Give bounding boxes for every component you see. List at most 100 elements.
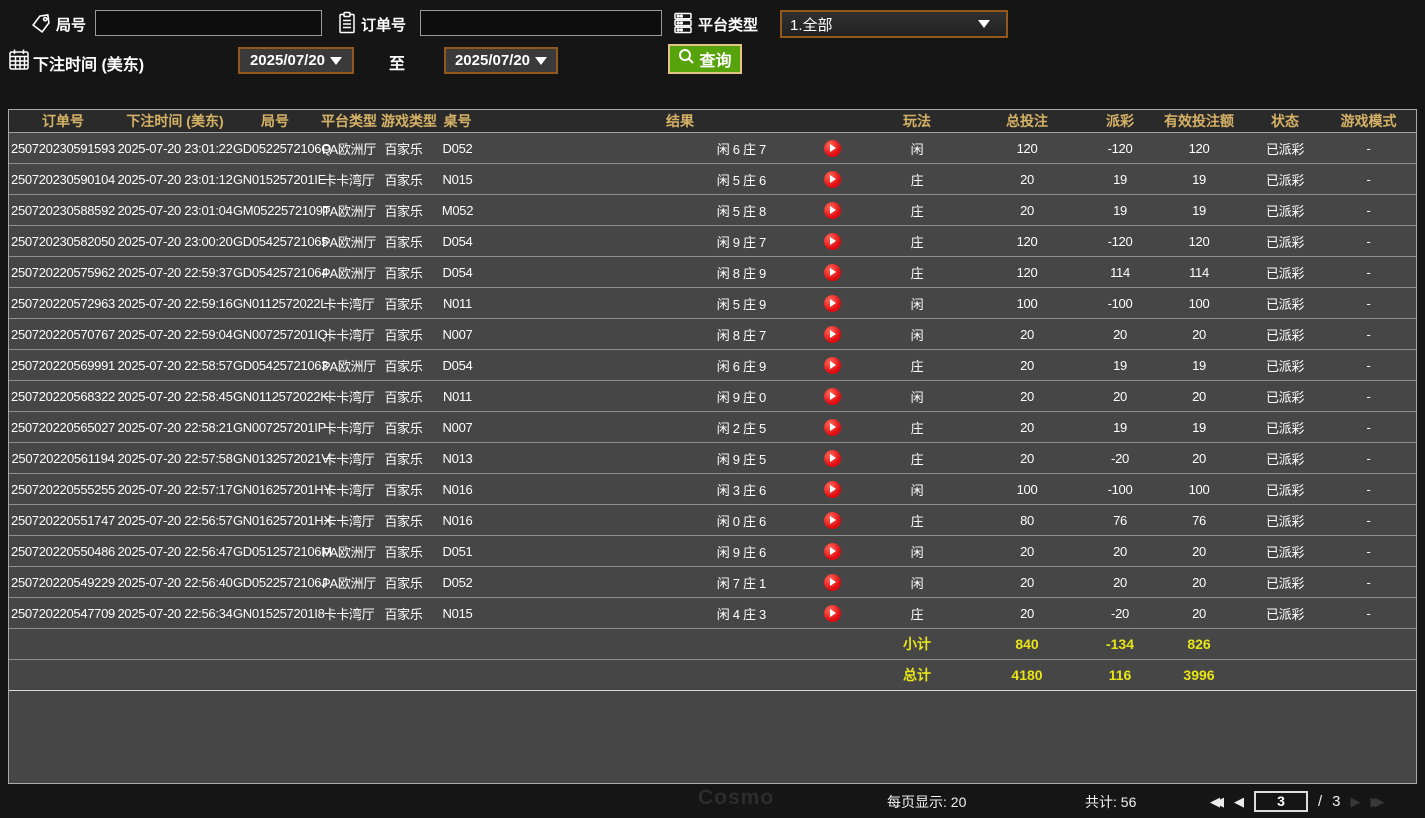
total-label: 总计 [871,660,963,691]
replay-play-icon[interactable] [824,388,841,405]
replay-play-icon[interactable] [824,326,841,343]
result-cell: 闲 9 庄 5 [489,443,871,474]
platform-cell: 卡卡湾厅 [317,319,381,350]
page-number-input[interactable]: 3 [1254,791,1308,812]
table-row: 2507202205683222025-07-20 22:58:45GN0112… [9,381,1416,412]
search-icon [678,48,695,70]
order-id-input[interactable] [420,10,662,36]
game-mode-cell: - [1321,381,1416,412]
valid-bet-cell: 20 [1149,567,1249,598]
total-bet-cell: 120 [963,257,1091,288]
valid-bet-cell: 100 [1149,474,1249,505]
table-number-cell: N015 [426,164,489,195]
play-type-cell: 庄 [871,195,963,226]
order-id-cell: 250720220561194 [9,443,117,474]
round-id-cell: GN007257201IP [233,412,317,443]
platform-cell: PA欧洲厅 [317,195,381,226]
status-cell: 已派彩 [1249,412,1321,443]
first-page-button[interactable]: ◀◀ [1210,795,1224,808]
payout-cell: 114 [1091,257,1149,288]
replay-play-icon[interactable] [824,357,841,374]
status-cell: 已派彩 [1249,257,1321,288]
replay-play-icon[interactable] [824,481,841,498]
play-type-cell: 庄 [871,350,963,381]
column-header: 游戏类型 [381,110,426,133]
replay-play-icon[interactable] [824,450,841,467]
column-header: 结果 [489,110,871,133]
order-id-cell: 250720220570767 [9,319,117,350]
platform-cell: 卡卡湾厅 [317,412,381,443]
game-type-cell: 百家乐 [381,505,426,536]
replay-play-icon[interactable] [824,512,841,529]
replay-play-icon[interactable] [824,605,841,622]
round-id-cell: GD0522572106J [233,567,317,598]
order-id-cell: 250720230582050 [9,226,117,257]
empty-cell [1249,660,1321,691]
payout-cell: 20 [1091,319,1149,350]
chevron-down-icon [535,57,547,65]
table-row: 2507202205759622025-07-20 22:59:37GD0542… [9,257,1416,288]
platform-cell: PA欧洲厅 [317,567,381,598]
replay-play-icon[interactable] [824,202,841,219]
total-count-label: 共计: 56 [1085,792,1136,812]
column-header: 平台类型 [317,110,381,133]
payout-cell: -120 [1091,133,1149,164]
play-type-cell: 闲 [871,381,963,412]
replay-play-icon[interactable] [824,233,841,250]
round-id-cell: GN0112572022L [233,288,317,319]
bet-time-cell: 2025-07-20 22:58:45 [117,381,233,412]
query-button[interactable]: 查询 [668,44,742,74]
round-id-input[interactable] [95,10,322,36]
play-type-cell: 庄 [871,598,963,629]
table-number-cell: D052 [426,567,489,598]
valid-bet-cell: 19 [1149,164,1249,195]
game-mode-cell: - [1321,474,1416,505]
order-id-cell: 250720220572963 [9,288,117,319]
bet-time-cell: 2025-07-20 23:01:12 [117,164,233,195]
column-header: 总投注 [963,110,1091,133]
result-cell: 闲 3 庄 6 [489,474,871,505]
total-bet-cell: 120 [963,226,1091,257]
total-row: 总计41801163996 [9,660,1416,691]
replay-play-icon[interactable] [824,295,841,312]
payout-cell: 19 [1091,164,1149,195]
valid-bet-cell: 20 [1149,381,1249,412]
play-type-cell: 闲 [871,474,963,505]
valid-bet-cell: 20 [1149,598,1249,629]
platform-type-select[interactable]: 1.全部 [780,10,1008,38]
result-text: 闲 5 庄 6 [717,170,766,189]
date-to-picker[interactable]: 2025/07/20 [444,47,558,74]
replay-play-icon[interactable] [824,419,841,436]
replay-play-icon[interactable] [824,574,841,591]
game-type-cell: 百家乐 [381,257,426,288]
round-id-cell: GN015257201I8 [233,598,317,629]
replay-play-icon[interactable] [824,264,841,281]
date-from-picker[interactable]: 2025/07/20 [238,47,354,74]
total-bet-cell: 100 [963,288,1091,319]
order-id-cell: 250720220550486 [9,536,117,567]
replay-play-icon[interactable] [824,171,841,188]
bet-time-cell: 2025-07-20 22:56:47 [117,536,233,567]
game-type-cell: 百家乐 [381,536,426,567]
chevron-down-icon [978,20,990,28]
result-text: 闲 8 庄 9 [717,263,766,282]
status-cell: 已派彩 [1249,505,1321,536]
game-type-cell: 百家乐 [381,567,426,598]
status-cell: 已派彩 [1249,288,1321,319]
payout-cell: 19 [1091,195,1149,226]
game-mode-cell: - [1321,319,1416,350]
table-row: 2507202305820502025-07-20 23:00:20GD0542… [9,226,1416,257]
next-page-button[interactable]: ▶ [1351,795,1361,808]
bet-time-cell: 2025-07-20 22:56:34 [117,598,233,629]
last-page-button[interactable]: ▶▶ [1371,795,1385,808]
result-cell: 闲 9 庄 0 [489,381,871,412]
prev-page-button[interactable]: ◀ [1234,795,1244,808]
bet-history-window: 局号 订单号 平台类型 1.全部 [0,0,1425,818]
order-id-label: 订单号 [361,14,406,35]
valid-bet-cell: 120 [1149,226,1249,257]
replay-play-icon[interactable] [824,140,841,157]
total-bet: 4180 [963,660,1091,691]
replay-play-icon[interactable] [824,543,841,560]
valid-bet-cell: 114 [1149,257,1249,288]
empty-cell [9,629,871,660]
